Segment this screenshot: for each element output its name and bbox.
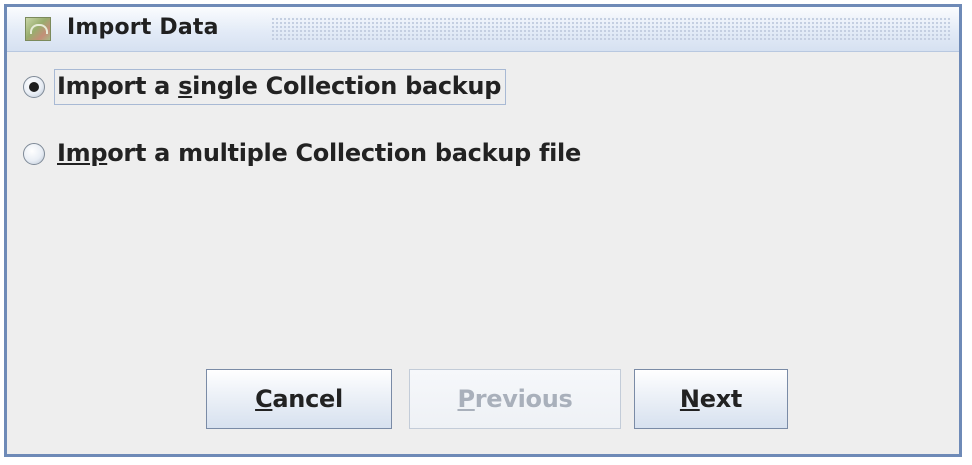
- option-single-backup[interactable]: Import a single Collection backup: [23, 68, 507, 106]
- option-multiple-backup-label[interactable]: Import a multiple Collection backup file: [54, 136, 586, 172]
- next-button[interactable]: Next: [634, 369, 788, 429]
- import-data-dialog: Import Data Import a single Collection b…: [4, 4, 962, 457]
- radio-button-unchecked-icon[interactable]: [23, 143, 45, 165]
- previous-button[interactable]: Previous: [409, 369, 621, 429]
- cancel-button[interactable]: Cancel: [206, 369, 392, 429]
- title-bar[interactable]: Import Data: [7, 7, 959, 52]
- app-icon: [25, 17, 51, 41]
- radio-button-checked-icon[interactable]: [23, 76, 45, 98]
- window-title: Import Data: [67, 15, 219, 40]
- option-single-backup-label[interactable]: Import a single Collection backup: [54, 69, 507, 105]
- option-multiple-backup[interactable]: Import a multiple Collection backup file: [23, 135, 586, 173]
- title-bar-grip[interactable]: [271, 17, 951, 42]
